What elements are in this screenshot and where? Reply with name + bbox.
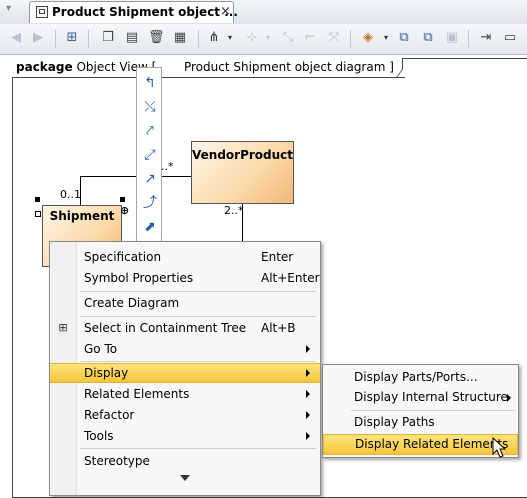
submenu-arrow-icon (306, 369, 310, 377)
editor-tab-bar: ▾ Product Shipment object ... × (0, 0, 527, 25)
submenu-item-label: Display Parts/Ports... (354, 370, 478, 384)
tab-product-shipment[interactable]: Product Shipment object ... × (29, 1, 238, 23)
add-compartment-icon[interactable]: ⊕ (120, 205, 129, 216)
paste-icon[interactable]: ▤ (124, 30, 140, 46)
submenu-item-label: Display Paths (354, 415, 435, 429)
multiplicity-label: ..* (161, 160, 174, 173)
menu-item-go-to[interactable]: Go To (50, 339, 320, 359)
menu-item-tools[interactable]: Tools (50, 426, 320, 446)
diagram-toolbar: ◀ ▶ ⊞ ❐ ▤ 🗑 ▦ ⋔ ▾ ⊹ ▾ ⤡ ⌐ ⤧ ◈ ▾ ⧉ ⧉ ▣ ⇥ … (0, 24, 527, 55)
context-menu: Specification Enter Symbol Properties Al… (49, 241, 321, 496)
multiplicity-label: 0..1 (60, 188, 81, 201)
menu-item-create-diagram[interactable]: Create Diagram (50, 293, 320, 313)
fill-dropdown-icon[interactable]: ▾ (378, 30, 394, 46)
submenu-item-label: Display Related Elements (355, 437, 509, 451)
menu-item-shortcut: Enter (261, 250, 294, 264)
menu-item-label: Tools (84, 429, 114, 443)
lock-icon[interactable]: ▣ (444, 30, 460, 46)
copy-icon[interactable]: ❐ (100, 30, 116, 46)
selection-handle[interactable] (35, 197, 40, 202)
route-dropdown-icon[interactable]: ▾ (260, 30, 276, 46)
menu-item-shortcut: Alt+B (261, 321, 296, 335)
realization-icon[interactable]: ⤢ (141, 146, 159, 164)
menu-item-stereotype[interactable]: Stereotype (50, 451, 320, 471)
selection-handle[interactable] (35, 211, 41, 217)
menu-item-display[interactable]: Display (50, 363, 320, 383)
submenu-arrow-icon (507, 394, 511, 402)
selection-handle[interactable] (120, 197, 125, 202)
multiplicity-label: 2..* (224, 204, 244, 217)
menu-item-label: Specification (84, 250, 162, 264)
link-icon[interactable]: ⤯ (141, 98, 159, 116)
submenu-item-label: Display Internal Structure (354, 390, 508, 404)
menu-item-related-elements[interactable]: Related Elements (50, 384, 320, 404)
diagram-name: Product Shipment object diagram ] (183, 60, 394, 74)
menu-item-label: Refactor (84, 408, 135, 422)
frame-kind: package (16, 60, 73, 74)
tab-list-icon[interactable]: ▾ (6, 3, 11, 14)
delete-icon[interactable]: 🗑 (148, 30, 165, 46)
close-tab-icon[interactable]: × (220, 4, 231, 19)
fill-color-icon[interactable]: ◈ (360, 30, 376, 46)
mouse-cursor-icon (492, 437, 507, 458)
more-icon[interactable]: ▭ (502, 30, 518, 46)
association-icon[interactable]: ↗ (141, 170, 159, 188)
submenu-item-display-parts-ports[interactable]: Display Parts/Ports... (323, 367, 518, 388)
align-icon[interactable]: ⤧ (326, 30, 342, 46)
menu-item-specification[interactable]: Specification Enter (50, 247, 320, 267)
route-icon[interactable]: ⊹ (244, 30, 260, 46)
layout-dropdown-icon[interactable]: ▾ (222, 30, 238, 46)
smart-manipulator-palette: ↰ ⤯ ⤤ ⤢ ↗ ⤴ ⬈ (136, 67, 162, 247)
submenu-item-display-paths[interactable]: Display Paths (323, 412, 518, 433)
delete-from-model-icon[interactable]: ▦ (172, 30, 188, 46)
menu-item-label: Symbol Properties (84, 271, 194, 285)
object-name: VendorProduct (192, 148, 294, 162)
connector-icon[interactable]: ⤡ (280, 30, 296, 46)
menu-item-symbol-properties[interactable]: Symbol Properties Alt+Enter (50, 268, 320, 288)
submenu-item-display-related-elements[interactable]: Display Related Elements (323, 434, 518, 455)
add-element-icon[interactable]: ⧉ (396, 30, 412, 46)
next-icon[interactable]: ⇥ (478, 30, 494, 46)
object-diagram-icon (36, 6, 48, 18)
submenu-arrow-icon (306, 432, 310, 440)
menu-item-label: Display (84, 366, 129, 380)
submenu-item-display-internal-structure[interactable]: Display Internal Structure (323, 387, 518, 408)
display-submenu: Display Parts/Ports... Display Internal … (322, 364, 519, 458)
scroll-down-arrow-icon[interactable] (180, 475, 190, 481)
dependency-icon[interactable]: ↰ (141, 74, 159, 92)
tab-title: Product Shipment object ... (52, 5, 238, 19)
submenu-arrow-icon (306, 345, 310, 353)
menu-item-select-in-containment-tree[interactable]: ⊞ Select in Containment Tree Alt+B (50, 318, 320, 338)
containment-tree-icon: ⊞ (58, 321, 68, 334)
menu-item-label: Go To (84, 342, 118, 356)
add-child-icon[interactable]: ⧉ (420, 30, 436, 46)
usage-icon[interactable]: ⤤ (141, 122, 159, 140)
menu-item-label: Create Diagram (84, 296, 180, 310)
forward-arrow-icon[interactable]: ▶ (30, 30, 46, 46)
vendor-product-object[interactable]: VendorProduct (191, 141, 294, 204)
menu-item-shortcut: Alt+Enter (261, 271, 320, 285)
rectilinear-icon[interactable]: ⌐ (302, 30, 318, 46)
menu-item-label: Select in Containment Tree (84, 321, 247, 335)
menu-item-refactor[interactable]: Refactor (50, 405, 320, 425)
back-arrow-icon[interactable]: ◀ (8, 30, 24, 46)
diagram-frame-header: package Object View [ Product Shipment o… (12, 58, 412, 78)
object-name: Shipment (49, 209, 115, 223)
submenu-arrow-icon (306, 390, 310, 398)
select-in-tree-icon[interactable]: ⊞ (64, 30, 80, 46)
submenu-arrow-icon (306, 411, 310, 419)
aggregation-icon[interactable]: ⤴ (141, 194, 159, 212)
composition-icon[interactable]: ⬈ (141, 218, 159, 236)
layout-icon[interactable]: ⋔ (206, 30, 222, 46)
menu-item-label: Related Elements (84, 387, 190, 401)
menu-item-label: Stereotype (84, 454, 150, 468)
